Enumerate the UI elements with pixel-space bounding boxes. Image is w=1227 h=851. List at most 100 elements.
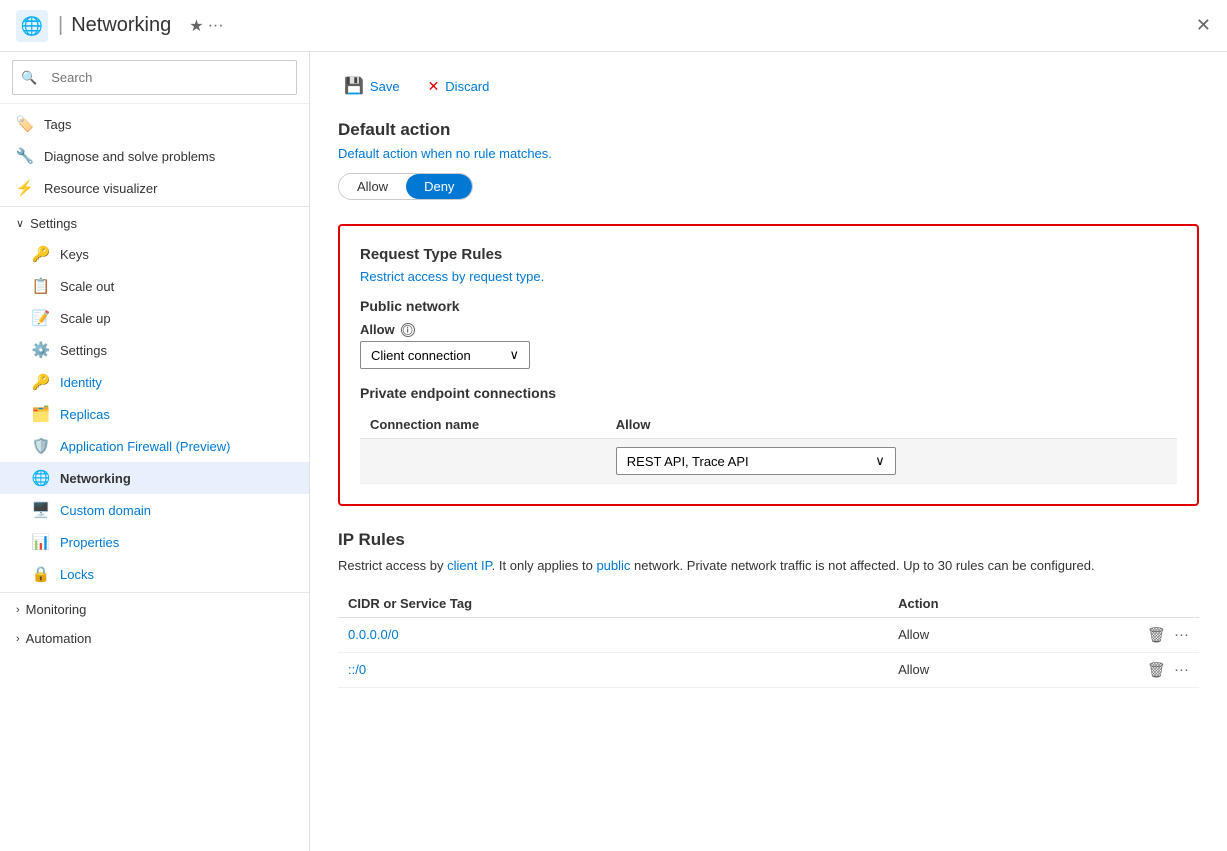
ip-delete-button-1[interactable]: 🗑 [1147, 626, 1166, 644]
sidebar-label-locks: Locks [60, 567, 94, 582]
app-firewall-icon: 🛡️ [32, 437, 50, 455]
locks-icon: 🔒 [32, 565, 50, 583]
sidebar-item-tags[interactable]: 🏷️ Tags [0, 108, 309, 140]
ip-col-cidr: CIDR or Service Tag [338, 590, 888, 618]
private-endpoint-section: Private endpoint connections Connection … [360, 385, 1177, 484]
private-endpoint-table: Connection name Allow REST API, Trace AP… [360, 411, 1177, 484]
public-network-dropdown[interactable]: Client connection ∨ [360, 341, 530, 369]
sidebar-label-app-firewall: Application Firewall (Preview) [60, 439, 231, 454]
ip-more-button-2[interactable]: ··· [1174, 661, 1189, 678]
save-label: Save [370, 79, 400, 94]
title-bar: 🌐 | Networking ★ ··· ✕ [0, 0, 1227, 52]
sidebar-item-settings[interactable]: ⚙️ Settings [0, 334, 309, 366]
sidebar-label-networking: Networking [60, 471, 131, 486]
public-network-dropdown-value: Client connection [371, 348, 471, 363]
sidebar-label-properties: Properties [60, 535, 119, 550]
sidebar-label-keys: Keys [60, 247, 89, 262]
ip-col-action: Action [888, 590, 1119, 618]
sidebar-label-identity: Identity [60, 375, 102, 390]
pep-col-allow: Allow [606, 411, 1177, 439]
sidebar-item-scale-out[interactable]: 📋 Scale out [0, 270, 309, 302]
keys-icon: 🔑 [32, 245, 50, 263]
allow-deny-toggle: Allow Deny [338, 173, 473, 200]
sidebar-section-settings[interactable]: ∨ Settings [0, 209, 309, 238]
deny-toggle-button[interactable]: Deny [406, 174, 472, 199]
identity-icon: 🔑 [32, 373, 50, 391]
settings-chevron-icon: ∨ [16, 217, 24, 230]
sidebar-section-automation-label: Automation [26, 631, 92, 646]
toolbar: 💾 Save ✕ Discard [338, 72, 1199, 100]
sidebar-section-monitoring[interactable]: › Monitoring [0, 595, 309, 624]
page-title: Networking [71, 14, 171, 37]
favorite-button[interactable]: ★ [189, 16, 203, 36]
sidebar-search-container: 🔍 [0, 52, 309, 104]
sidebar-section-monitoring-label: Monitoring [26, 602, 87, 617]
sidebar-item-replicas[interactable]: 🗂️ Replicas [0, 398, 309, 430]
custom-domain-icon: 🖥️ [32, 501, 50, 519]
save-button[interactable]: 💾 Save [338, 72, 406, 100]
title-pipe: | [58, 14, 63, 37]
svg-text:🌐: 🌐 [21, 15, 43, 36]
pep-col-connection-name: Connection name [360, 411, 606, 439]
replicas-icon: 🗂️ [32, 405, 50, 423]
ip-rules-title: IP Rules [338, 530, 1199, 550]
ip-delete-button-2[interactable]: 🗑 [1147, 661, 1166, 679]
sidebar-label-replicas: Replicas [60, 407, 110, 422]
public-network-allow-label: Allow ⓘ [360, 322, 1177, 337]
ip-rules-table: CIDR or Service Tag Action 0.0.0.0/0 All… [338, 590, 1199, 688]
discard-label: Discard [445, 79, 489, 94]
default-action-description: Default action when no rule matches. [338, 146, 1199, 161]
sidebar-item-networking[interactable]: 🌐 Networking [0, 462, 309, 494]
pep-allow-cell: REST API, Trace API ∨ [606, 439, 1177, 484]
discard-icon: ✕ [428, 78, 440, 95]
request-type-rules-section: Request Type Rules Restrict access by re… [338, 224, 1199, 506]
save-icon: 💾 [344, 76, 364, 96]
sidebar-item-locks[interactable]: 🔒 Locks [0, 558, 309, 590]
search-input[interactable] [43, 65, 288, 90]
pep-allow-dropdown[interactable]: REST API, Trace API ∨ [616, 447, 896, 475]
ip-rules-link-client-ip[interactable]: client IP [447, 558, 492, 573]
ip-row-1: 0.0.0.0/0 Allow 🗑 ··· [338, 617, 1199, 652]
sidebar-item-identity[interactable]: 🔑 Identity [0, 366, 309, 398]
sidebar-item-scale-up[interactable]: 📝 Scale up [0, 302, 309, 334]
default-action-title: Default action [338, 120, 1199, 140]
ip-row-2: ::/0 Allow 🗑 ··· [338, 652, 1199, 687]
sidebar-item-custom-domain[interactable]: 🖥️ Custom domain [0, 494, 309, 526]
resource-visualizer-icon: ⚡ [16, 179, 34, 197]
request-type-rules-title: Request Type Rules [360, 246, 1177, 263]
sidebar-item-keys[interactable]: 🔑 Keys [0, 238, 309, 270]
pep-connection-name [360, 439, 606, 484]
discard-button[interactable]: ✕ Discard [422, 74, 496, 99]
ip-more-button-1[interactable]: ··· [1174, 626, 1189, 643]
search-icon: 🔍 [21, 70, 37, 86]
sidebar-item-app-firewall[interactable]: 🛡️ Application Firewall (Preview) [0, 430, 309, 462]
ip-action-1: Allow [888, 617, 1119, 652]
more-options-button[interactable]: ··· [208, 17, 224, 35]
ip-cidr-2: ::/0 [338, 652, 888, 687]
allow-toggle-button[interactable]: Allow [339, 174, 406, 199]
app-icon: 🌐 [16, 10, 48, 42]
private-endpoint-title: Private endpoint connections [360, 385, 1177, 401]
sidebar-label-diagnose: Diagnose and solve problems [44, 149, 215, 164]
sidebar-label-scale-up: Scale up [60, 311, 111, 326]
sidebar-item-diagnose[interactable]: 🔧 Diagnose and solve problems [0, 140, 309, 172]
sidebar-item-resource-visualizer[interactable]: ⚡ Resource visualizer [0, 172, 309, 204]
pep-row: REST API, Trace API ∨ [360, 439, 1177, 484]
networking-icon: 🌐 [32, 469, 50, 487]
sidebar-label-scale-out: Scale out [60, 279, 114, 294]
sidebar-label-resource-visualizer: Resource visualizer [44, 181, 157, 196]
sidebar-section-settings-label: Settings [30, 216, 77, 231]
automation-chevron-icon: › [16, 633, 20, 645]
tags-icon: 🏷️ [16, 115, 34, 133]
sidebar-label-settings: Settings [60, 343, 107, 358]
public-network-title: Public network [360, 298, 1177, 314]
sidebar-item-properties[interactable]: 📊 Properties [0, 526, 309, 558]
ip-rules-link-public[interactable]: public [596, 558, 630, 573]
sidebar-label-custom-domain: Custom domain [60, 503, 151, 518]
allow-info-icon[interactable]: ⓘ [401, 323, 415, 337]
pep-allow-dropdown-value: REST API, Trace API [627, 454, 749, 469]
sidebar-section-automation[interactable]: › Automation [0, 624, 309, 653]
close-button[interactable]: ✕ [1196, 15, 1211, 36]
ip-rules-section: IP Rules Restrict access by client IP. I… [338, 530, 1199, 688]
monitoring-chevron-icon: › [16, 604, 20, 616]
